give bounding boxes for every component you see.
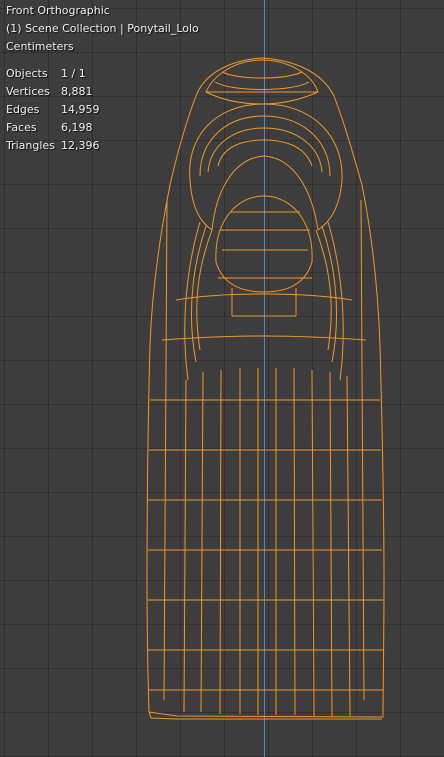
stat-value: 14,959 — [61, 103, 100, 116]
stat-row-objects: Objects 1 / 1 — [6, 65, 100, 83]
units-label: Centimeters — [6, 40, 74, 53]
collection-info-label: (1) Scene Collection | Ponytail_Lolo — [6, 22, 199, 35]
mesh-right-strands — [315, 221, 344, 381]
mesh-hair-donut — [189, 103, 343, 231]
viewport-header-overlay: Front Orthographic (1) Scene Collection … — [6, 2, 199, 56]
stat-value: 8,881 — [61, 85, 93, 98]
stat-value: 12,396 — [61, 139, 100, 152]
stat-row-vertices: Vertices 8,881 — [6, 83, 100, 101]
stat-value: 6,198 — [61, 121, 93, 134]
statistics-overlay: Objects 1 / 1 Vertices 8,881 Edges 14,95… — [6, 65, 100, 155]
3d-viewport[interactable]: Front Orthographic (1) Scene Collection … — [0, 0, 444, 757]
mesh-lower-body — [183, 367, 351, 717]
stat-label: Objects — [6, 67, 48, 80]
stat-row-triangles: Triangles 12,396 — [6, 137, 100, 155]
stat-row-edges: Edges 14,959 — [6, 101, 100, 119]
stat-label: Vertices — [6, 85, 50, 98]
stat-label: Edges — [6, 103, 40, 116]
mesh-left-strands — [184, 221, 213, 381]
mesh-outer-silhouette — [146, 57, 385, 718]
stat-value: 1 / 1 — [61, 67, 86, 80]
view-name-label: Front Orthographic — [6, 4, 110, 17]
stat-label: Faces — [6, 121, 37, 134]
stat-row-faces: Faces 6,198 — [6, 119, 100, 137]
stat-label: Triangles — [6, 139, 55, 152]
